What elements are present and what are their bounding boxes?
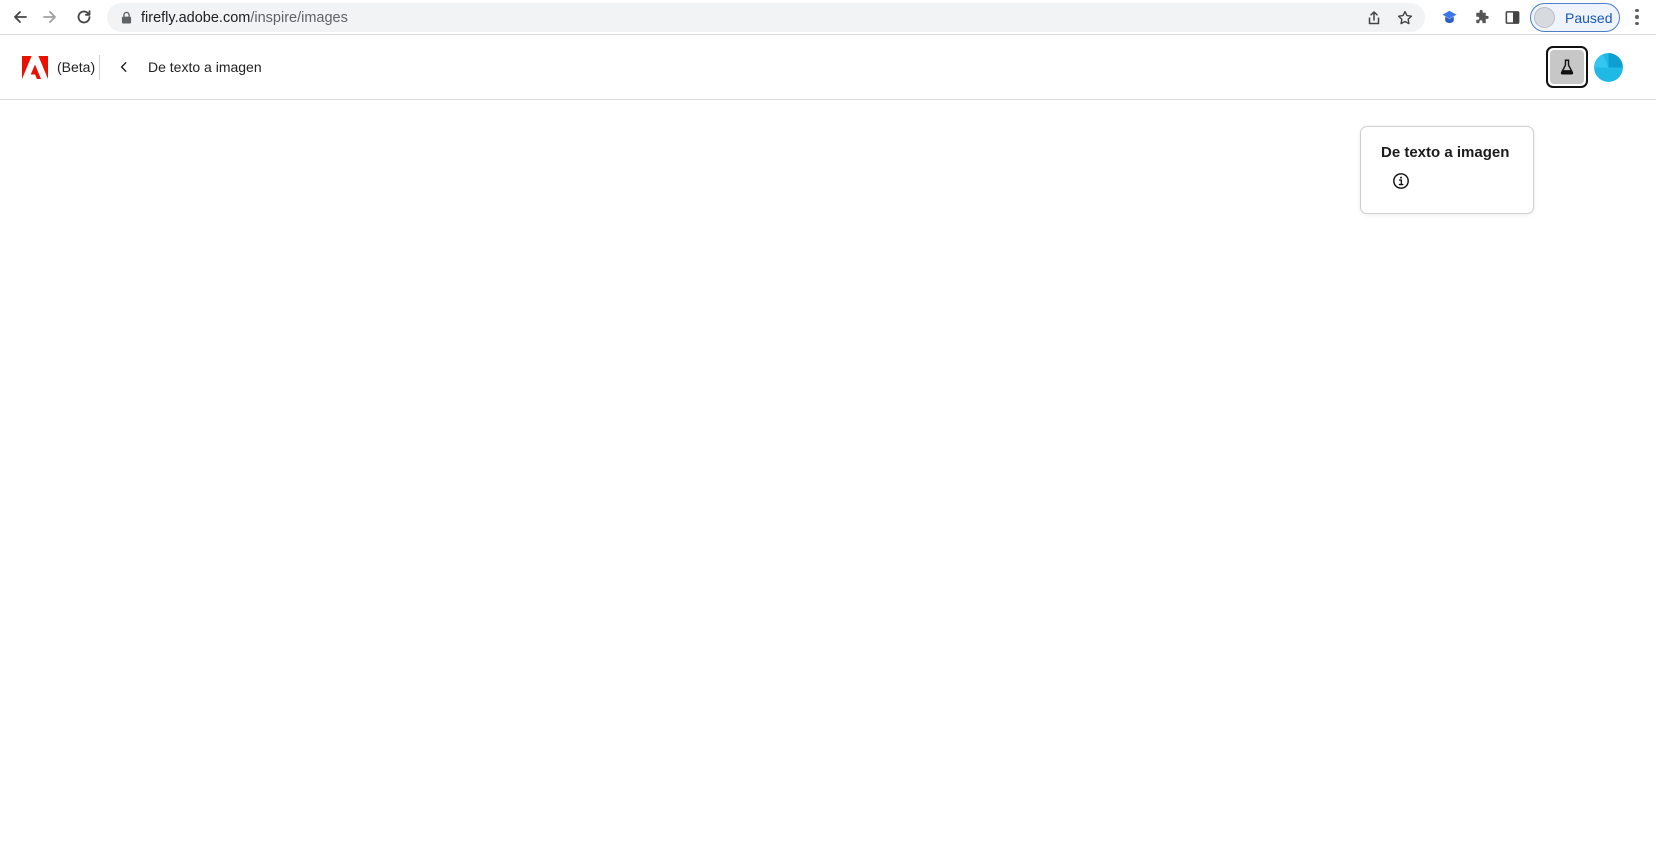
- popover-title: De texto a imagen: [1381, 144, 1510, 161]
- profile-status-label: Paused: [1565, 9, 1613, 26]
- arrow-right-icon: [43, 11, 56, 23]
- profile-avatar: [1534, 7, 1555, 28]
- share-icon[interactable]: [1363, 7, 1385, 29]
- forward-button[interactable]: [38, 5, 62, 29]
- info-icon[interactable]: [1391, 171, 1411, 191]
- chevron-left-icon[interactable]: [114, 57, 134, 77]
- header-divider: [99, 55, 100, 80]
- profile-button[interactable]: Paused: [1530, 3, 1620, 32]
- adobe-logo-icon[interactable]: [22, 56, 48, 79]
- page-title: De texto a imagen: [148, 59, 262, 75]
- kebab-menu-icon[interactable]: [1628, 6, 1646, 28]
- app-header: (Beta) De texto a imagen: [0, 35, 1656, 100]
- flask-icon: [1560, 59, 1574, 75]
- arrow-left-icon: [14, 11, 27, 23]
- beta-label: (Beta): [57, 59, 96, 75]
- lock-icon[interactable]: [120, 11, 132, 25]
- reload-icon: [77, 10, 91, 24]
- back-button[interactable]: [8, 5, 32, 29]
- side-panel-icon[interactable]: [1501, 6, 1523, 28]
- browser-toolbar: firefly.adobe.com/inspire/images Paused: [0, 0, 1656, 35]
- url-path: /inspire/images: [250, 9, 348, 26]
- labs-button[interactable]: [1546, 46, 1588, 88]
- address-bar[interactable]: firefly.adobe.com/inspire/images: [107, 3, 1425, 32]
- feature-popover: De texto a imagen: [1360, 126, 1534, 214]
- url-domain: firefly.adobe.com: [141, 9, 251, 26]
- graduation-cap-icon[interactable]: [1438, 6, 1460, 28]
- reload-button[interactable]: [72, 5, 96, 29]
- url-text: firefly.adobe.com/inspire/images: [141, 10, 348, 26]
- star-icon[interactable]: [1394, 7, 1416, 29]
- puzzle-icon[interactable]: [1470, 6, 1492, 28]
- avatar[interactable]: [1594, 53, 1623, 82]
